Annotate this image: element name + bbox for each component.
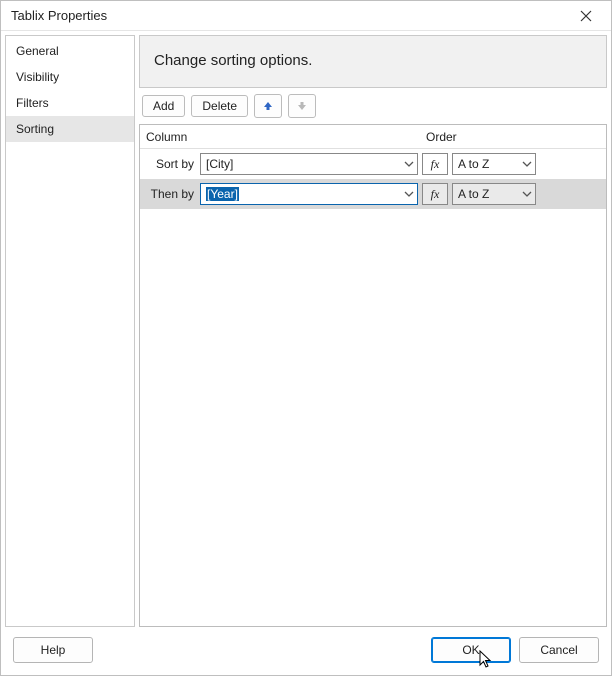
- toolbar: Add Delete: [139, 94, 607, 118]
- chevron-down-icon: [404, 189, 414, 199]
- chevron-down-icon: [522, 159, 532, 169]
- page-title: Change sorting options.: [154, 52, 312, 69]
- titlebar: Tablix Properties: [1, 1, 611, 31]
- chevron-down-icon: [522, 189, 532, 199]
- arrow-down-icon: [296, 100, 308, 112]
- sidebar: General Visibility Filters Sorting: [5, 35, 135, 627]
- sidebar-item-filters[interactable]: Filters: [6, 90, 134, 116]
- sidebar-item-label: Filters: [16, 96, 49, 110]
- sort-order-combo[interactable]: A to Z: [452, 183, 536, 205]
- sidebar-item-label: Visibility: [16, 70, 59, 84]
- cancel-button[interactable]: Cancel: [519, 637, 599, 663]
- window-title: Tablix Properties: [11, 8, 565, 23]
- dialog-window: Tablix Properties General Visibility Fil…: [0, 0, 612, 676]
- sort-grid: Column Order Sort by [City] fx A to Z: [139, 124, 607, 627]
- sort-row-label: Sort by: [146, 157, 196, 171]
- sort-row-label: Then by: [146, 187, 196, 201]
- help-button[interactable]: Help: [13, 637, 93, 663]
- sort-row[interactable]: Sort by [City] fx A to Z: [140, 149, 606, 179]
- move-down-button[interactable]: [288, 94, 316, 118]
- sort-column-value: [Year]: [206, 187, 239, 201]
- sort-row[interactable]: Then by [Year] fx A to Z: [140, 179, 606, 209]
- page-header: Change sorting options.: [139, 35, 607, 88]
- main-panel: Change sorting options. Add Delete Colum…: [139, 35, 607, 627]
- dialog-body: General Visibility Filters Sorting Chang…: [1, 31, 611, 631]
- close-button[interactable]: [565, 2, 607, 30]
- sort-order-value: A to Z: [458, 187, 489, 201]
- mouse-cursor-icon: [478, 650, 494, 670]
- sidebar-item-sorting[interactable]: Sorting: [6, 116, 134, 142]
- expression-button[interactable]: fx: [422, 183, 448, 205]
- sidebar-item-label: General: [16, 44, 59, 58]
- sort-column-combo[interactable]: [Year]: [200, 183, 418, 205]
- grid-header-order: Order: [426, 130, 606, 144]
- sidebar-item-visibility[interactable]: Visibility: [6, 64, 134, 90]
- sort-order-combo[interactable]: A to Z: [452, 153, 536, 175]
- dialog-footer: Help OK Cancel: [1, 631, 611, 675]
- sidebar-item-general[interactable]: General: [6, 38, 134, 64]
- close-icon: [580, 10, 592, 22]
- sidebar-item-label: Sorting: [16, 122, 54, 136]
- move-up-button[interactable]: [254, 94, 282, 118]
- sort-column-value: [City]: [206, 157, 233, 171]
- expression-button[interactable]: fx: [422, 153, 448, 175]
- add-button[interactable]: Add: [142, 95, 185, 117]
- grid-header-column: Column: [146, 130, 426, 144]
- chevron-down-icon: [404, 159, 414, 169]
- grid-header: Column Order: [140, 125, 606, 149]
- sort-order-value: A to Z: [458, 157, 489, 171]
- arrow-up-icon: [262, 100, 274, 112]
- delete-button[interactable]: Delete: [191, 95, 248, 117]
- ok-button[interactable]: OK: [431, 637, 511, 663]
- sort-column-combo[interactable]: [City]: [200, 153, 418, 175]
